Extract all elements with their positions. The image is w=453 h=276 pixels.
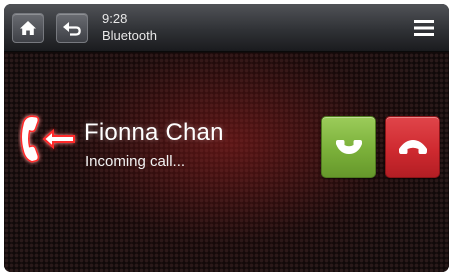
back-arrow-icon <box>63 22 81 36</box>
status-bar: 9:28 Bluetooth <box>4 4 449 52</box>
phone-answer-icon <box>335 140 362 154</box>
call-panel: Fionna Chan Incoming call... <box>4 53 449 272</box>
menu-icon <box>414 20 434 36</box>
home-icon <box>20 21 36 35</box>
incoming-call-icon <box>20 115 75 163</box>
clock-time: 9:28 <box>102 11 128 26</box>
phone-screen: 9:28 Bluetooth Fionna Chan Incoming call… <box>4 4 449 272</box>
home-button[interactable] <box>12 13 44 43</box>
call-status: Incoming call... <box>85 153 186 170</box>
caller-name: Fionna Chan <box>84 119 224 146</box>
phone-hangup-icon <box>398 140 427 154</box>
decline-call-button[interactable] <box>385 116 440 178</box>
menu-button[interactable] <box>408 14 440 42</box>
answer-call-button[interactable] <box>321 116 376 178</box>
back-button[interactable] <box>56 13 88 43</box>
source-label: Bluetooth <box>102 28 157 43</box>
